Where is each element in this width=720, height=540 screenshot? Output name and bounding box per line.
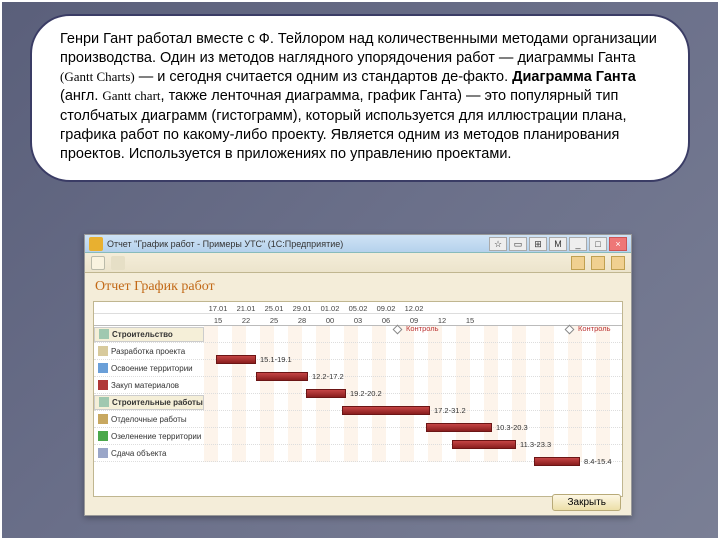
date-cell [428,304,456,313]
gantt-chart: 17.0121.0125.0129.0101.0205.0209.0212.02… [93,301,623,497]
maximize-button[interactable]: □ [589,237,607,251]
date-cell: 25 [260,316,288,325]
date-cell: 06 [372,316,400,325]
help-button[interactable]: ☆ [489,237,507,251]
toolbar [85,253,631,273]
red-icon [98,380,108,390]
bar-lbl-4: 17.2-31.2 [434,406,466,415]
info-bubble: Генри Гант работал вместе с Ф. Тейлором … [30,14,690,182]
house-icon [99,329,109,339]
ctrl-1: Контроль [404,324,439,333]
date-cell [484,316,512,325]
house-icon [99,397,109,407]
scroll-icon [98,414,108,424]
bar-lbl-3: 19.2-20.2 [350,389,382,398]
date-cell [456,304,484,313]
m-button[interactable]: M [549,237,567,251]
date-cell: 25.01 [260,304,288,313]
minimize-button[interactable]: _ [569,237,587,251]
tool-sq-1[interactable] [571,256,585,270]
task-name: Разработка проекта [111,347,185,356]
task-row: Разработка проекта [94,343,622,360]
date-cell: 21.01 [232,304,260,313]
task-label: Озеленение территории [94,431,204,441]
app-window: Отчет "График работ - Примеры УТС" (1С:П… [84,234,632,516]
date-cell [568,304,596,313]
date-cell: 09.02 [372,304,400,313]
table-icon [98,448,108,458]
date-cell [484,304,512,313]
date-cell [512,304,540,313]
task-row: Строительство [94,326,622,343]
tool-button[interactable]: ▭ [509,237,527,251]
task-label: Отделочные работы [94,414,204,424]
task-name: Отделочные работы [111,415,187,424]
date-cell: 17.01 [204,304,232,313]
bar-5 [426,423,492,432]
date-cell: 15 [204,316,232,325]
bar-2 [256,372,308,381]
close-button[interactable]: × [609,237,627,251]
task-name: Озеленение территории [111,432,201,441]
task-name: Освоение территории [111,364,193,373]
bar-lbl-6: 11.3-23.3 [520,440,551,449]
task-label: Разработка проекта [94,346,204,356]
date-cell: 01.02 [316,304,344,313]
date-cell: 28 [288,316,316,325]
task-label: Строительные работы [94,395,204,410]
dates-top: 17.0121.0125.0129.0101.0205.0209.0212.02 [94,302,622,314]
task-name: Сдача объекта [111,449,166,458]
bar-lbl-7: 8.4-15.4 [584,457,612,466]
titlebar: Отчет "График работ - Примеры УТС" (1С:П… [85,235,631,253]
doc-icon [98,346,108,356]
para-c: (англ. [60,88,102,104]
date-cell [540,316,568,325]
bar-4 [342,406,430,415]
window-controls: ☆ ▭ ⊞ M _ □ × [489,237,627,251]
task-row: Освоение территории [94,360,622,377]
window-title: Отчет "График работ - Примеры УТС" (1С:П… [107,239,485,249]
task-label: Освоение территории [94,363,204,373]
bold-term: Диаграмма Ганта [512,69,636,85]
task-name: Закуп материалов [111,381,179,390]
tool-sq-3[interactable] [611,256,625,270]
task-name: Строительство [112,330,173,339]
date-cell: 29.01 [288,304,316,313]
app-icon [89,237,103,251]
blue-icon [98,363,108,373]
bar-lbl-2: 12.2-17.2 [312,372,344,381]
footer: Закрыть [552,494,621,511]
date-cell: 03 [344,316,372,325]
bar-1 [216,355,256,364]
bar-7 [534,457,580,466]
date-cell: 05.02 [344,304,372,313]
date-cell: 00 [316,316,344,325]
calc-button[interactable]: ⊞ [529,237,547,251]
date-cell: 12.02 [400,304,428,313]
eng1: (Gantt Charts) [60,69,135,84]
green-icon [98,431,108,441]
task-label: Строительство [94,327,204,342]
tri-icon[interactable] [111,256,125,270]
page-icon[interactable] [91,256,105,270]
bar-3 [306,389,346,398]
para-b: — и сегодня считается одним из стандарто… [135,69,512,85]
ctrl-2: Контроль [576,324,611,333]
task-name: Строительные работы [112,398,203,407]
close-report-button[interactable]: Закрыть [552,494,621,511]
dates-bottom: 15222528000306091215 [94,314,622,326]
eng2: Gantt chart [102,88,160,103]
date-cell [540,304,568,313]
bar-6 [452,440,516,449]
task-label: Сдача объекта [94,448,204,458]
para-a: Генри Гант работал вместе с Ф. Тейлором … [60,31,657,66]
bar-lbl-5: 10.3-20.3 [496,423,528,432]
date-cell: 22 [232,316,260,325]
date-cell: 15 [456,316,484,325]
bar-lbl-1: 15.1-19.1 [260,355,292,364]
tool-sq-2[interactable] [591,256,605,270]
task-label: Закуп материалов [94,380,204,390]
report-title: Отчет График работ [85,273,631,297]
date-cell [512,316,540,325]
